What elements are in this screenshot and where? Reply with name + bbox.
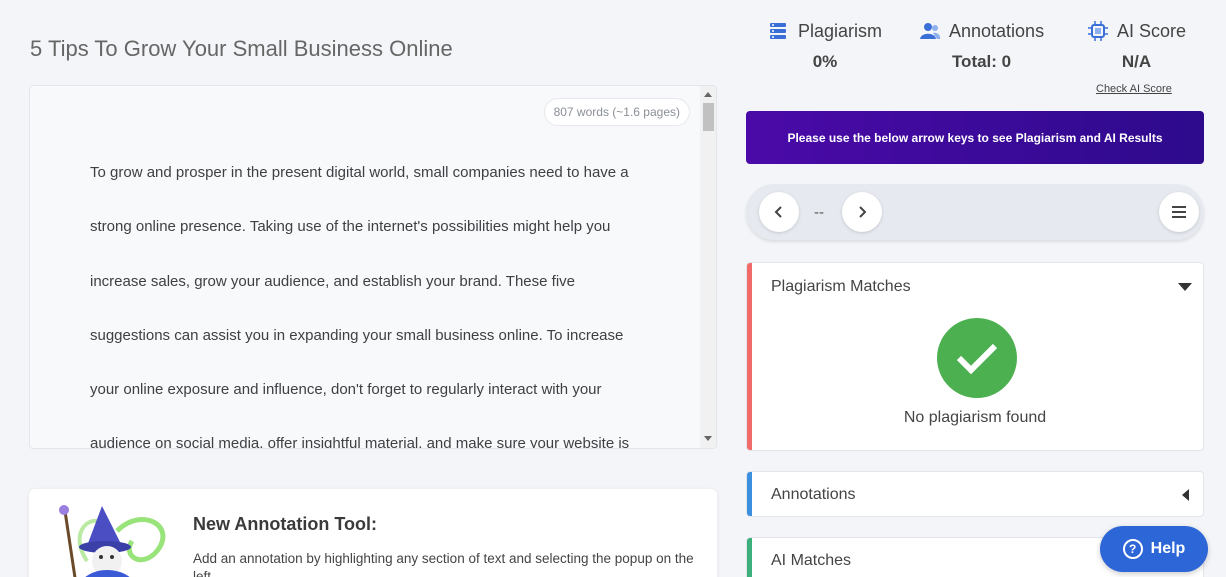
wizard-illustration <box>59 505 166 577</box>
caret-down-icon[interactable] <box>1178 283 1192 291</box>
help-button[interactable]: ? Help <box>1100 526 1208 572</box>
scroll-up-icon[interactable] <box>704 92 712 97</box>
document-text[interactable]: To grow and prosper in the present digit… <box>90 146 650 449</box>
menu-button[interactable] <box>1159 192 1199 232</box>
hamburger-icon <box>1172 206 1186 218</box>
plagiarism-value: 0% <box>812 52 838 71</box>
annotations-label: Annotations <box>949 20 1045 41</box>
text-line: strong online presence. Taking use of th… <box>90 218 611 236</box>
plagiarism-matches-panel[interactable]: Plagiarism Matches No plagiarism found <box>746 262 1204 451</box>
annotations-panel-title: Annotations <box>771 486 856 503</box>
check-circle-icon <box>937 318 1017 398</box>
ai-score-label: AI Score <box>1117 20 1187 41</box>
results-navigator: -- <box>746 184 1204 240</box>
next-result-button[interactable] <box>842 192 882 232</box>
chip-icon <box>1088 21 1108 41</box>
plagiarism-matches-title: Plagiarism Matches <box>771 278 911 295</box>
chevron-left-icon <box>774 206 782 218</box>
check-ai-score-link[interactable]: Check AI Score <box>1096 83 1172 95</box>
panel-accent <box>747 538 752 577</box>
text-line: increase sales, grow your audience, and … <box>90 272 576 290</box>
annotation-tool-card: New Annotation Tool: Add an annotation b… <box>29 489 717 577</box>
ai-score-stat: AI Score N/A <box>1087 20 1186 72</box>
document-editor[interactable]: 807 words (~1.6 pages) To grow and prosp… <box>29 85 717 449</box>
ai-score-value: N/A <box>1121 52 1152 71</box>
prev-result-button[interactable] <box>759 192 799 232</box>
panel-accent <box>747 472 752 516</box>
question-icon: ? <box>1122 539 1143 559</box>
result-counter: -- <box>814 204 824 221</box>
caret-left-icon[interactable] <box>1182 489 1189 501</box>
annotations-stat: Annotations Total: 0 <box>919 20 1044 72</box>
plagiarism-stat: Plagiarism 0% <box>768 20 882 72</box>
annotation-tool-description: Add an annotation by highlighting any se… <box>193 551 694 577</box>
text-line: audience on social media, offer insightf… <box>90 435 630 449</box>
users-icon <box>920 23 941 39</box>
scroll-down-icon[interactable] <box>704 436 712 441</box>
help-label: Help <box>1150 540 1186 557</box>
text-line: your online exposure and influence, don'… <box>90 381 602 399</box>
text-line: To grow and prosper in the present digit… <box>90 164 629 181</box>
annotations-value: Total: 0 <box>951 52 1012 71</box>
document-title: 5 Tips To Grow Your Small Business Onlin… <box>30 36 453 61</box>
no-plagiarism-message: No plagiarism found <box>903 409 1047 426</box>
chevron-right-icon <box>859 206 867 218</box>
annotation-tool-title: New Annotation Tool: <box>193 514 377 534</box>
scroll-thumb[interactable] <box>703 103 714 131</box>
text-line: suggestions can assist you in expanding … <box>90 326 624 344</box>
server-icon <box>770 23 786 39</box>
annotations-panel[interactable]: Annotations <box>746 471 1204 517</box>
ai-matches-title: AI Matches <box>771 552 852 569</box>
word-count-badge: 807 words (~1.6 pages) <box>543 98 690 126</box>
plagiarism-label: Plagiarism <box>798 20 883 41</box>
editor-scrollbar[interactable] <box>700 86 716 448</box>
results-banner: Please use the below arrow keys to see P… <box>746 111 1204 164</box>
